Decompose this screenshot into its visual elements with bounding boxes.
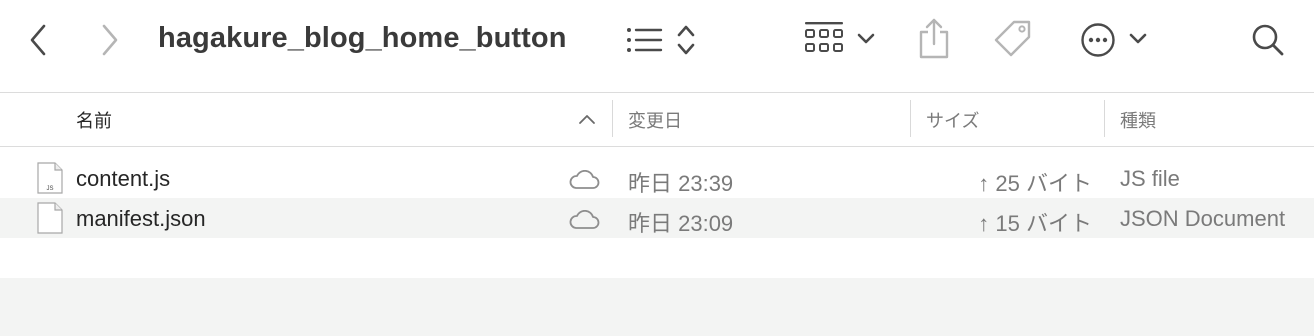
column-separator[interactable] bbox=[612, 100, 613, 137]
column-header-size[interactable]: サイズ bbox=[926, 107, 979, 133]
file-name: content.js bbox=[76, 166, 171, 191]
file-kind: JS file bbox=[1120, 166, 1180, 191]
cloud-icon bbox=[569, 170, 600, 189]
empty-row bbox=[0, 238, 1314, 278]
window-title: hagakure_blog_home_button bbox=[158, 22, 567, 54]
search-icon[interactable] bbox=[1250, 22, 1286, 58]
cloud-icon bbox=[569, 210, 600, 229]
tag-icon[interactable] bbox=[992, 18, 1034, 60]
column-header-kind[interactable]: 種類 bbox=[1120, 107, 1156, 133]
file-modified-date: 昨日 23:39 bbox=[628, 171, 734, 196]
share-icon[interactable] bbox=[916, 16, 952, 60]
toolbar: hagakure_blog_home_button bbox=[0, 0, 1314, 92]
file-name: manifest.json bbox=[76, 206, 206, 231]
column-separator[interactable] bbox=[1104, 100, 1105, 137]
js-file-icon: JS bbox=[37, 162, 63, 194]
chevron-down-icon[interactable] bbox=[1128, 32, 1148, 46]
column-header-name[interactable]: 名前 bbox=[76, 107, 112, 133]
sort-updown-icon[interactable] bbox=[676, 22, 696, 58]
sort-ascending-icon[interactable] bbox=[578, 113, 596, 125]
column-header-date[interactable]: 変更日 bbox=[628, 107, 682, 133]
table-row[interactable]: manifest.json 昨日 23:09 ↑ 15 バイト JSON Doc… bbox=[0, 198, 1314, 238]
document-icon bbox=[37, 202, 63, 234]
grid-view-icon[interactable] bbox=[804, 20, 844, 58]
chevron-right-icon[interactable] bbox=[98, 22, 122, 58]
file-modified-date: 昨日 23:09 bbox=[628, 211, 734, 236]
file-kind: JSON Document bbox=[1120, 206, 1286, 231]
chevron-left-icon[interactable] bbox=[26, 22, 50, 58]
empty-row bbox=[0, 278, 1314, 336]
more-icon[interactable] bbox=[1080, 22, 1116, 58]
file-size: ↑ 25 バイト bbox=[978, 171, 1092, 196]
js-file-icon-label: JS bbox=[46, 186, 53, 192]
list-view-icon[interactable] bbox=[626, 26, 664, 54]
column-header: 名前 変更日 サイズ 種類 bbox=[0, 93, 1314, 147]
chevron-down-icon[interactable] bbox=[856, 32, 876, 46]
column-separator[interactable] bbox=[910, 100, 911, 137]
table-row[interactable]: JS content.js 昨日 23:39 ↑ 25 バイト JS file bbox=[0, 158, 1314, 198]
file-size: ↑ 15 バイト bbox=[978, 211, 1092, 236]
